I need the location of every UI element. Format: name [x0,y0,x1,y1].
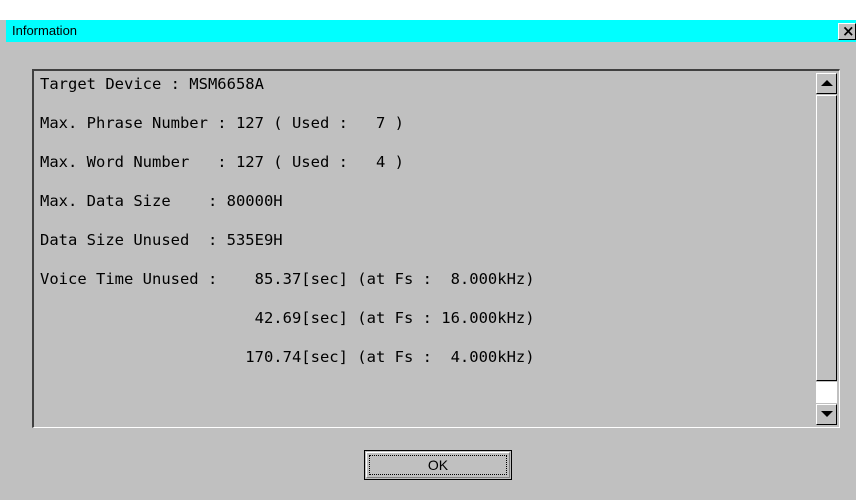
arrow-up-icon [821,80,833,86]
info-line-max-phrase: Max. Phrase Number : 127 ( Used : 7 ) [40,114,404,132]
info-line-target-device: Target Device : MSM6658A [40,75,264,93]
vertical-scrollbar[interactable] [814,71,839,427]
info-text-content: Target Device : MSM6658A Max. Phrase Num… [40,71,810,426]
info-line-voice-time-16k: 42.69[sec] (at Fs : 16.000kHz) [40,309,535,327]
arrow-down-icon [821,411,833,417]
close-button[interactable]: × [838,22,856,40]
info-line-max-word: Max. Word Number : 127 ( Used : 4 ) [40,153,404,171]
info-line-max-data-size: Max. Data Size : 80000H [40,192,283,210]
scroll-track[interactable] [816,382,837,403]
title-bar[interactable]: Information × [6,20,856,42]
window-title: Information [12,23,78,38]
info-line-voice-time-8k: Voice Time Unused : 85.37[sec] (at Fs : … [40,270,535,288]
ok-button-label: OK [427,457,449,473]
scroll-up-button[interactable] [816,73,837,94]
info-line-data-size-unused: Data Size Unused : 535E9H [40,231,283,249]
info-line-voice-time-4k: 170.74[sec] (at Fs : 4.000kHz) [40,348,535,366]
scroll-thumb[interactable] [816,95,837,381]
ok-button[interactable]: OK [364,450,512,480]
scroll-down-button[interactable] [816,404,837,425]
close-icon: × [842,22,855,40]
info-text-area[interactable]: Target Device : MSM6658A Max. Phrase Num… [32,69,840,428]
information-dialog: Information × Target Device : MSM6658A M… [0,20,856,500]
